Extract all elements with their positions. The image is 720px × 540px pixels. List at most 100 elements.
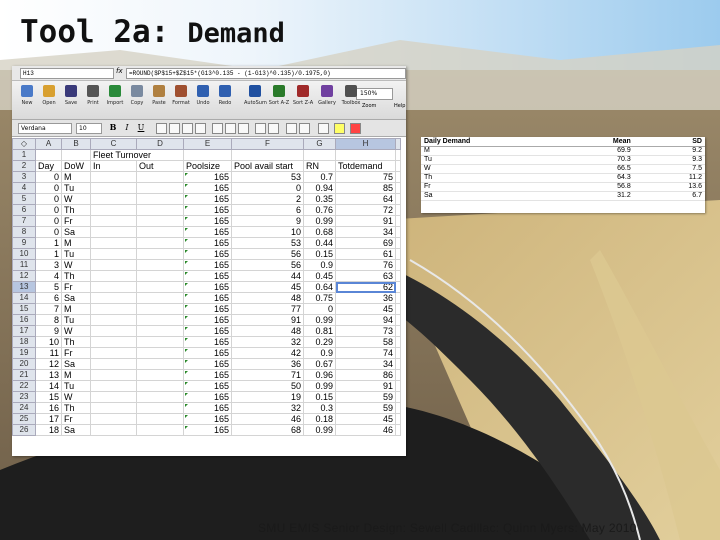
- row-number[interactable]: 26: [12, 424, 36, 436]
- data-cell[interactable]: 32: [231, 336, 304, 348]
- data-cell[interactable]: 0.94: [303, 182, 336, 194]
- row-number[interactable]: 19: [12, 347, 36, 359]
- data-cell[interactable]: 1: [35, 248, 62, 260]
- data-cell[interactable]: [90, 369, 137, 381]
- data-cell[interactable]: [90, 237, 137, 249]
- row-number[interactable]: 15: [12, 303, 36, 315]
- cell[interactable]: [395, 303, 401, 315]
- data-cell[interactable]: [90, 380, 137, 392]
- row-number[interactable]: 22: [12, 380, 36, 392]
- data-cell[interactable]: 11: [35, 347, 62, 359]
- cell[interactable]: [395, 391, 401, 403]
- data-cell[interactable]: 58: [335, 336, 396, 348]
- data-cell[interactable]: 5: [35, 281, 62, 293]
- row-number[interactable]: 3: [12, 171, 36, 183]
- font-size-select[interactable]: 10: [76, 123, 102, 134]
- cell[interactable]: [395, 369, 401, 381]
- cell[interactable]: [395, 413, 401, 425]
- data-cell[interactable]: [90, 314, 137, 326]
- data-cell[interactable]: 1: [35, 237, 62, 249]
- data-cell[interactable]: 165: [183, 402, 232, 414]
- data-cell[interactable]: 73: [335, 325, 396, 337]
- data-cell[interactable]: 9: [35, 325, 62, 337]
- data-cell[interactable]: [90, 325, 137, 337]
- data-cell[interactable]: W: [61, 391, 91, 403]
- data-cell[interactable]: 165: [183, 204, 232, 216]
- data-cell[interactable]: [90, 303, 137, 315]
- data-cell[interactable]: 0.7: [303, 171, 336, 183]
- data-cell[interactable]: 46: [231, 413, 304, 425]
- print-button[interactable]: Print: [82, 83, 104, 113]
- row-number[interactable]: 11: [12, 259, 36, 271]
- cell[interactable]: [395, 424, 401, 436]
- data-cell[interactable]: 0.76: [303, 204, 336, 216]
- data-cell[interactable]: Fr: [61, 413, 91, 425]
- data-cell[interactable]: 165: [183, 270, 232, 282]
- data-cell[interactable]: [136, 347, 184, 359]
- align-left-button[interactable]: [156, 123, 167, 134]
- data-cell[interactable]: 32: [231, 402, 304, 414]
- data-cell[interactable]: Th: [61, 336, 91, 348]
- data-cell[interactable]: Th: [61, 402, 91, 414]
- data-cell[interactable]: 0: [35, 204, 62, 216]
- cell[interactable]: [395, 248, 401, 260]
- data-cell[interactable]: 0.15: [303, 391, 336, 403]
- data-cell[interactable]: 9: [231, 215, 304, 227]
- data-cell[interactable]: 0.64: [303, 281, 336, 293]
- data-cell[interactable]: 0.81: [303, 325, 336, 337]
- column-title-cell[interactable]: Poolsize: [183, 160, 232, 172]
- data-cell[interactable]: 0.99: [303, 424, 336, 436]
- data-cell[interactable]: 7: [35, 303, 62, 315]
- borders-button[interactable]: [318, 123, 329, 134]
- data-cell[interactable]: [90, 248, 137, 260]
- data-cell[interactable]: 3: [35, 259, 62, 271]
- data-cell[interactable]: [90, 204, 137, 216]
- paste-button[interactable]: Paste: [148, 83, 170, 113]
- redo-button[interactable]: Redo: [214, 83, 236, 113]
- data-cell[interactable]: [136, 182, 184, 194]
- data-cell[interactable]: 68: [231, 424, 304, 436]
- data-cell[interactable]: 6: [35, 292, 62, 304]
- data-cell[interactable]: [90, 402, 137, 414]
- data-cell[interactable]: [90, 292, 137, 304]
- column-title-cell[interactable]: DoW: [61, 160, 91, 172]
- data-cell[interactable]: [136, 391, 184, 403]
- data-cell[interactable]: 0: [303, 303, 336, 315]
- column-header-f[interactable]: F: [231, 138, 304, 150]
- data-cell[interactable]: [136, 226, 184, 238]
- data-cell[interactable]: [136, 303, 184, 315]
- data-cell[interactable]: 0: [35, 215, 62, 227]
- data-cell[interactable]: Tu: [61, 182, 91, 194]
- row-number[interactable]: 10: [12, 248, 36, 260]
- data-cell[interactable]: 85: [335, 182, 396, 194]
- data-cell[interactable]: Th: [61, 204, 91, 216]
- data-cell[interactable]: 10: [231, 226, 304, 238]
- cell[interactable]: [395, 292, 401, 304]
- select-all-corner[interactable]: ◇: [12, 138, 36, 150]
- data-cell[interactable]: 0.67: [303, 358, 336, 370]
- data-cell[interactable]: [136, 402, 184, 414]
- data-cell[interactable]: 0: [35, 171, 62, 183]
- data-cell[interactable]: 165: [183, 237, 232, 249]
- data-cell[interactable]: 10: [35, 336, 62, 348]
- cell[interactable]: [395, 237, 401, 249]
- cell[interactable]: [395, 281, 401, 293]
- column-header-d[interactable]: D: [136, 138, 184, 150]
- cell[interactable]: [395, 336, 401, 348]
- cell[interactable]: [395, 204, 401, 216]
- data-cell[interactable]: Sa: [61, 424, 91, 436]
- column-header-c[interactable]: C: [90, 138, 137, 150]
- data-cell[interactable]: Fr: [61, 281, 91, 293]
- data-cell[interactable]: Fr: [61, 215, 91, 227]
- cell[interactable]: [395, 160, 401, 172]
- data-cell[interactable]: 61: [335, 248, 396, 260]
- row-number[interactable]: 4: [12, 182, 36, 194]
- data-cell[interactable]: [136, 358, 184, 370]
- data-cell[interactable]: 17: [35, 413, 62, 425]
- data-cell[interactable]: W: [61, 193, 91, 205]
- data-cell[interactable]: 72: [335, 204, 396, 216]
- data-cell[interactable]: [136, 204, 184, 216]
- data-cell[interactable]: 36: [335, 292, 396, 304]
- data-cell[interactable]: 0.3: [303, 402, 336, 414]
- cell[interactable]: [395, 380, 401, 392]
